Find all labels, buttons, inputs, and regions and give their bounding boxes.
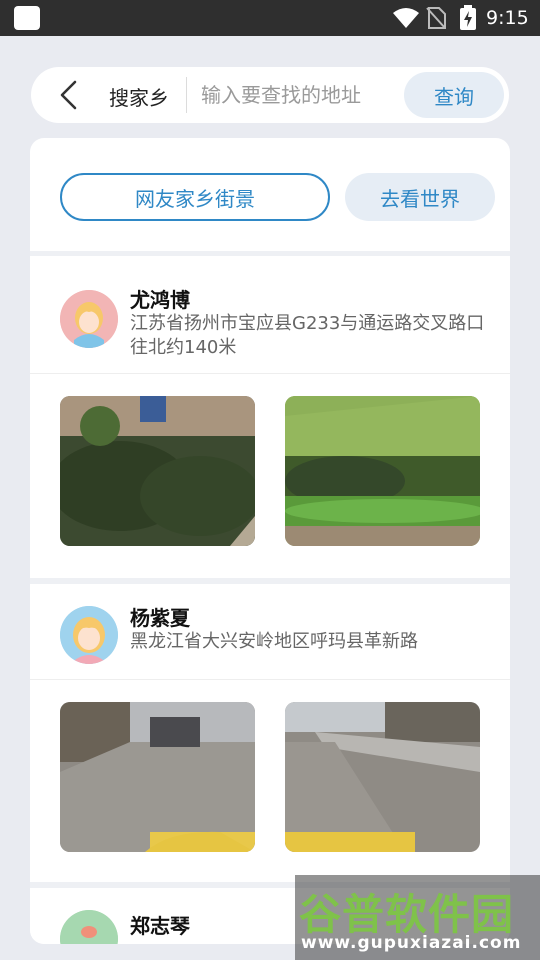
tab-hometown-streetview[interactable]: 网友家乡街景 xyxy=(60,173,330,221)
battery-charging-icon xyxy=(460,5,476,30)
streetview-photo[interactable] xyxy=(285,396,480,546)
address-search-input[interactable] xyxy=(201,79,401,111)
search-bar: 搜家乡 查询 xyxy=(31,67,509,123)
girl-avatar-icon xyxy=(60,290,118,348)
streetview-photo[interactable] xyxy=(285,702,480,852)
user-name: 尤鸿博 xyxy=(130,288,190,312)
item-header: 杨紫夏 黑龙江省大兴安岭地区呼玛县革新路 xyxy=(30,584,510,680)
wifi-icon xyxy=(393,8,419,28)
back-arrow-icon[interactable] xyxy=(55,79,83,111)
address-text: 黑龙江省大兴安岭地区呼玛县革新路 xyxy=(130,631,418,652)
girl-avatar-icon xyxy=(60,606,118,664)
avatar[interactable] xyxy=(60,910,118,944)
avatar-icon xyxy=(60,910,118,944)
avatar[interactable] xyxy=(60,290,118,348)
tab-bar: 网友家乡街景 去看世界 xyxy=(30,138,510,256)
query-button[interactable]: 查询 xyxy=(404,72,504,118)
app-notification-icon xyxy=(14,6,40,30)
page-title: 搜家乡 xyxy=(109,86,169,110)
item-header: 尤鸿博 江苏省扬州市宝应县G233与通运路交叉路口往北约140米 xyxy=(30,256,510,374)
address-text: 江苏省扬州市宝应县G233与通运路交叉路口往北约140米 xyxy=(130,313,485,358)
avatar[interactable] xyxy=(60,606,118,664)
watermark-url: www.gupuxiazai.com xyxy=(301,933,522,953)
list-item[interactable]: 杨紫夏 黑龙江省大兴安岭地区呼玛县革新路 xyxy=(30,584,510,888)
list-item[interactable]: 尤鸿博 江苏省扬州市宝应县G233与通运路交叉路口往北约140米 xyxy=(30,256,510,584)
streetview-photo[interactable] xyxy=(60,702,255,852)
divider xyxy=(186,77,187,113)
no-sim-icon xyxy=(426,7,446,29)
streetview-photo[interactable] xyxy=(60,396,255,546)
user-name: 郑志琴 xyxy=(130,914,190,938)
status-bar: 9:15 xyxy=(0,0,540,36)
watermark: 谷普软件园 www.gupuxiazai.com xyxy=(295,875,540,960)
clock-time: 9:15 xyxy=(486,7,529,29)
tab-see-world[interactable]: 去看世界 xyxy=(345,173,495,221)
user-name: 杨紫夏 xyxy=(130,606,190,630)
content-panel: 网友家乡街景 去看世界 尤鸿博 江苏省扬州市宝应县G233与通运路交叉路口往北约… xyxy=(30,138,510,944)
